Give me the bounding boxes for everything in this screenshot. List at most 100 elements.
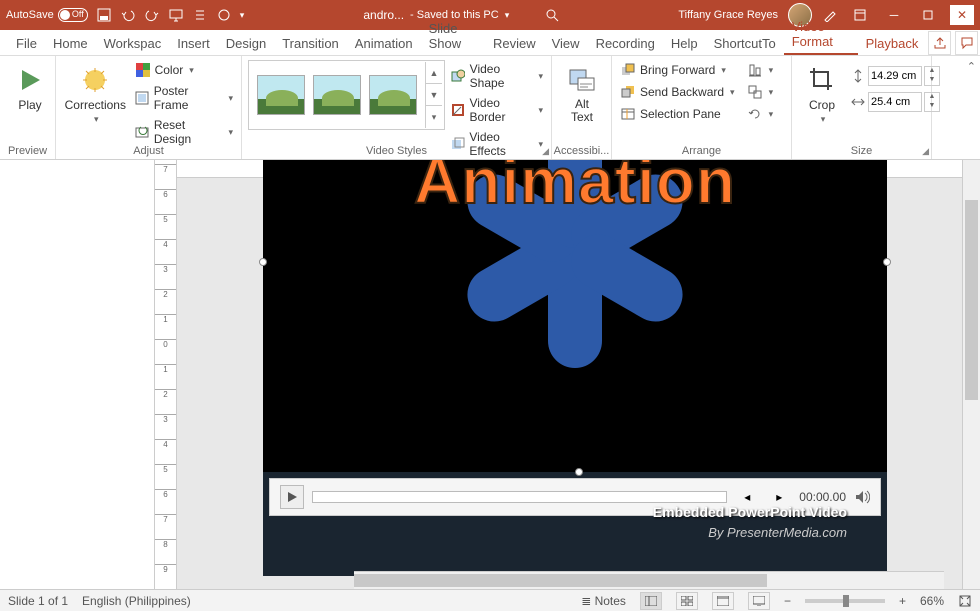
slide-panel[interactable] [0, 160, 155, 589]
tab-file[interactable]: File [8, 32, 45, 55]
status-bar: Slide 1 of 1 English (Philippines) ≣ Not… [0, 589, 980, 611]
tab-video-format[interactable]: Video Format [784, 15, 858, 55]
group-adjust: Adjust [56, 145, 241, 157]
undo-icon[interactable] [120, 7, 136, 23]
video-shape-button[interactable]: Video Shape▾ [449, 60, 545, 92]
video-play-button[interactable] [280, 485, 304, 509]
video-border-button[interactable]: Video Border▾ [449, 94, 545, 126]
video-time: 00:00.00 [799, 490, 846, 504]
bring-forward-button[interactable]: Bring Forward▾ [618, 60, 737, 80]
video-styles-launcher-icon[interactable]: ◢ [542, 146, 549, 157]
share-icon[interactable] [928, 31, 951, 55]
height-field[interactable] [868, 66, 922, 86]
video-styles-gallery[interactable]: ▲ ▼ ▾ [248, 60, 445, 130]
volume-icon[interactable] [854, 489, 870, 505]
style-thumb-2[interactable] [313, 75, 361, 115]
slide-canvas[interactable]: FPPT Animation ◂ ▸ 00:00.00 Embedded Pow… [177, 160, 962, 589]
group-button[interactable]: ▾ [745, 82, 776, 102]
redo-icon[interactable] [144, 7, 160, 23]
color-button[interactable]: Color▾ [133, 60, 235, 80]
tab-shortcut[interactable]: ShortcutTo [706, 32, 784, 55]
slide-subtitle: Embedded PowerPoint Video [653, 504, 847, 520]
height-down[interactable]: ▼ [925, 76, 939, 85]
width-up[interactable]: ▲ [925, 93, 939, 102]
width-icon [850, 94, 866, 110]
alt-text-label: Alt Text [571, 98, 593, 124]
gallery-more-icon[interactable]: ▾ [426, 106, 442, 128]
group-video-styles: Video Styles [242, 145, 551, 157]
video-seek-bar[interactable] [312, 491, 727, 503]
height-icon [850, 68, 866, 84]
group-preview: Preview [0, 145, 55, 157]
comments-icon[interactable] [955, 31, 978, 55]
vertical-scrollbar[interactable] [962, 160, 980, 589]
language[interactable]: English (Philippines) [82, 594, 191, 608]
reset-design-button[interactable]: Reset Design▾ [133, 116, 235, 148]
play-button[interactable]: Play [6, 60, 54, 116]
shape-icon[interactable] [216, 7, 232, 23]
present-icon[interactable] [168, 7, 184, 23]
tab-workspace[interactable]: Workspac [96, 32, 170, 55]
tab-home[interactable]: Home [45, 32, 96, 55]
fit-to-window-icon[interactable] [958, 594, 972, 608]
collapse-ribbon-icon[interactable]: ⌃ [967, 60, 976, 73]
gallery-down-icon[interactable]: ▼ [426, 84, 442, 106]
corrections-button[interactable]: Corrections ▾ [62, 60, 129, 129]
crop-label: Crop [809, 98, 835, 112]
reading-view-icon[interactable] [712, 592, 734, 610]
normal-view-icon[interactable] [640, 592, 662, 610]
rotate-button[interactable]: ▾ [745, 104, 776, 124]
tab-recording[interactable]: Recording [588, 32, 663, 55]
height-up[interactable]: ▲ [925, 67, 939, 76]
crop-button[interactable]: Crop ▾ [798, 60, 846, 129]
edit-area: 76543210123456789 FPPT Animation [0, 160, 980, 589]
zoom-slider[interactable] [805, 599, 885, 603]
tab-help[interactable]: Help [663, 32, 706, 55]
corrections-label: Corrections [65, 98, 126, 112]
autosave-toggle[interactable]: AutoSave Off [6, 8, 88, 22]
tab-view[interactable]: View [544, 32, 588, 55]
zoom-out-icon[interactable]: − [784, 594, 791, 608]
notes-button[interactable]: ≣ Notes [581, 594, 626, 608]
selection-pane-button[interactable]: Selection Pane [618, 104, 737, 124]
align-button[interactable]: ▾ [745, 60, 776, 80]
send-backward-button[interactable]: Send Backward▾ [618, 82, 737, 102]
tab-animation[interactable]: Animation [347, 32, 421, 55]
width-field[interactable] [868, 92, 922, 112]
filename: andro... [363, 8, 404, 22]
list-icon[interactable] [192, 7, 208, 23]
minimize-icon[interactable]: ─ [882, 5, 906, 25]
sorter-view-icon[interactable] [676, 592, 698, 610]
maximize-icon[interactable] [916, 5, 940, 25]
video-title-2: Animation [414, 160, 736, 218]
tab-slideshow[interactable]: Slide Show [421, 17, 485, 55]
video-object[interactable]: FPPT Animation [263, 160, 887, 472]
tab-transition[interactable]: Transition [274, 32, 347, 55]
tab-insert[interactable]: Insert [169, 32, 218, 55]
width-down[interactable]: ▼ [925, 102, 939, 111]
slide[interactable]: FPPT Animation ◂ ▸ 00:00.00 Embedded Pow… [263, 178, 887, 576]
gallery-up-icon[interactable]: ▲ [426, 62, 442, 84]
ribbon: Play Preview Corrections ▾ Color▾ Poster… [0, 56, 980, 160]
slide-credit: By PresenterMedia.com [708, 525, 847, 540]
ribbon-tabs: File Home Workspac Insert Design Transit… [0, 30, 980, 56]
style-thumb-3[interactable] [369, 75, 417, 115]
search-icon[interactable] [545, 8, 559, 22]
close-icon[interactable]: ✕ [950, 5, 974, 25]
tab-design[interactable]: Design [218, 32, 274, 55]
alt-text-button[interactable]: Alt Text [558, 60, 606, 128]
tab-review[interactable]: Review [485, 32, 544, 55]
group-arrange: Arrange [612, 145, 791, 157]
horizontal-scrollbar[interactable] [354, 571, 944, 589]
slideshow-view-icon[interactable] [748, 592, 770, 610]
zoom-in-icon[interactable]: + [899, 594, 906, 608]
zoom-level[interactable]: 66% [920, 594, 944, 608]
poster-frame-button[interactable]: Poster Frame▾ [133, 82, 235, 114]
user-name[interactable]: Tiffany Grace Reyes [678, 9, 778, 21]
tab-playback[interactable]: Playback [858, 32, 927, 55]
save-icon[interactable] [96, 7, 112, 23]
slide-counter[interactable]: Slide 1 of 1 [8, 594, 68, 608]
group-size: Size [792, 145, 931, 157]
style-thumb-1[interactable] [257, 75, 305, 115]
size-launcher-icon[interactable]: ◢ [922, 146, 929, 157]
